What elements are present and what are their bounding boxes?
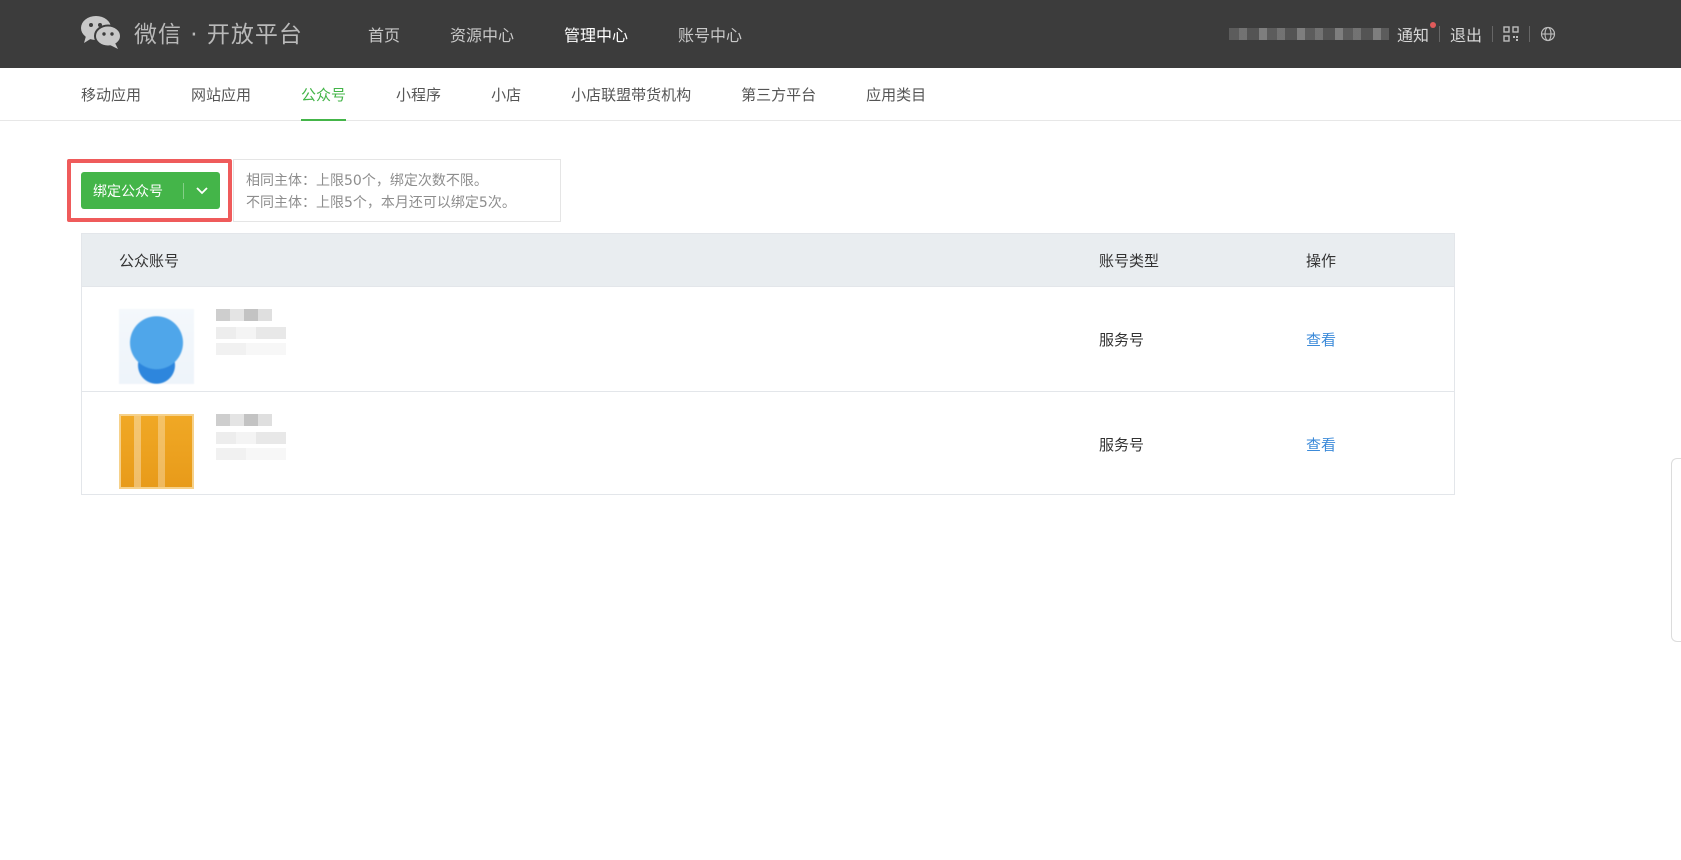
tab-shop-alliance[interactable]: 小店联盟带货机构 — [571, 68, 691, 121]
bind-official-account-button[interactable]: 绑定公众号 — [81, 172, 220, 209]
notify-dot — [1429, 22, 1436, 28]
account-type: 服务号 — [1099, 330, 1145, 349]
tip-different-entity: 不同主体：上限5个，本月还可以绑定5次。 — [246, 195, 516, 211]
sub-nav: 移动应用 网站应用 公众号 小程序 小店 小店联盟带货机构 第三方平台 应用类目 — [0, 68, 1681, 121]
tab-app-category[interactable]: 应用类目 — [866, 68, 926, 121]
logo[interactable]: 微信 · 开放平台 — [80, 12, 303, 52]
account-type: 服务号 — [1099, 435, 1145, 454]
table-row: 服务号 查看 — [82, 391, 1454, 496]
tab-third-party[interactable]: 第三方平台 — [741, 68, 816, 121]
nav-account[interactable]: 账号中心 — [678, 22, 742, 46]
notify-link[interactable]: 通知 — [1396, 22, 1436, 46]
account-name-redacted — [216, 309, 286, 359]
main-nav: 首页 资源中心 管理中心 账号中心 — [368, 0, 792, 68]
user-name-redacted[interactable] — [1228, 28, 1389, 40]
logout-link[interactable]: 退出 — [1450, 22, 1482, 46]
bind-button-label: 绑定公众号 — [93, 183, 163, 200]
tab-official-account[interactable]: 公众号 — [301, 68, 347, 121]
nav-management[interactable]: 管理中心 — [564, 22, 628, 46]
account-avatar — [119, 414, 194, 489]
header-account-type: 账号类型 — [1099, 251, 1160, 270]
logo-text: 微信 · 开放平台 — [134, 22, 303, 48]
top-bar: 微信 · 开放平台 首页 资源中心 管理中心 账号中心 通知 退出 — [0, 0, 1681, 68]
notify-label: 通知 — [1396, 26, 1429, 45]
tab-shop[interactable]: 小店 — [491, 68, 521, 121]
tab-mini-program[interactable]: 小程序 — [396, 68, 441, 121]
header-action: 操作 — [1306, 251, 1337, 270]
account-avatar — [119, 309, 194, 384]
tab-mobile-app[interactable]: 移动应用 — [81, 68, 141, 121]
tab-website-app[interactable]: 网站应用 — [191, 68, 251, 121]
view-link[interactable]: 查看 — [1306, 329, 1336, 350]
chevron-down-icon — [196, 186, 208, 194]
table-row: 服务号 查看 — [82, 286, 1454, 391]
top-right-tools: 通知 退出 — [1228, 0, 1556, 68]
wechat-logo-icon — [81, 16, 122, 49]
official-account-table: 公众账号 账号类型 操作 服务号 查看 服务号 查看 — [81, 233, 1455, 495]
view-link[interactable]: 查看 — [1306, 434, 1336, 455]
divider — [1438, 26, 1440, 42]
table-header: 公众账号 账号类型 操作 — [82, 234, 1454, 286]
side-panel-edge[interactable] — [1671, 458, 1681, 642]
header-account: 公众账号 — [119, 251, 180, 270]
nav-home[interactable]: 首页 — [368, 22, 400, 46]
nav-resources[interactable]: 资源中心 — [450, 22, 514, 46]
bind-limit-tip: 相同主体：上限50个，绑定次数不限。 不同主体：上限5个，本月还可以绑定5次。 — [233, 159, 561, 222]
divider — [1492, 26, 1493, 42]
divider — [1529, 26, 1530, 42]
globe-icon[interactable] — [1540, 26, 1556, 42]
account-name-redacted — [216, 414, 286, 464]
tip-same-entity: 相同主体：上限50个，绑定次数不限。 — [246, 173, 488, 189]
qrcode-icon[interactable] — [1503, 26, 1519, 42]
bind-dropdown-toggle[interactable] — [184, 186, 220, 196]
